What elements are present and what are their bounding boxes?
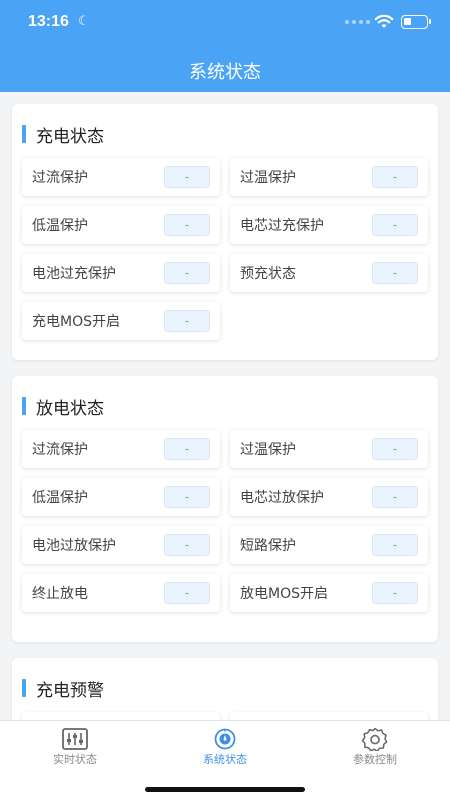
status-item: 电池过充保护 - <box>22 254 220 292</box>
section-title: 充电状态 <box>36 126 104 147</box>
status-item-placeholder <box>22 712 220 720</box>
status-time: 13:16 <box>28 13 69 30</box>
status-item-value: - <box>164 438 210 460</box>
status-item-label: 电池过放保护 <box>32 538 116 554</box>
status-item-label: 电芯过充保护 <box>240 218 324 234</box>
gauge-icon <box>214 728 236 750</box>
status-item-label: 预充状态 <box>240 266 296 282</box>
home-indicator[interactable] <box>145 787 305 792</box>
tab-parameter-control[interactable]: 参数控制 <box>300 721 450 781</box>
header-bar: 13:16 ☾ 系统状态 <box>0 0 450 92</box>
wifi-icon <box>374 14 394 28</box>
section-header: 放电状态 <box>22 396 104 419</box>
status-item-value: - <box>372 438 418 460</box>
status-item-label: 低温保护 <box>32 490 88 506</box>
gear-icon <box>361 727 388 751</box>
charge-warning-card: 充电预警 <box>12 658 438 720</box>
status-item-label: 终止放电 <box>32 586 88 602</box>
status-item: 放电MOS开启 - <box>230 574 428 612</box>
status-item-value: - <box>372 214 418 236</box>
status-item-value: - <box>164 486 210 508</box>
moon-icon: ☾ <box>78 14 90 29</box>
status-item-label: 充电MOS开启 <box>32 314 120 330</box>
status-item-value: - <box>164 582 210 604</box>
status-item: 过流保护 - <box>22 158 220 196</box>
section-accent-bar <box>22 679 26 697</box>
tab-label: 系统状态 <box>203 753 247 766</box>
status-item-value: - <box>164 534 210 556</box>
cellular-signal-icon <box>345 20 370 24</box>
status-item: 过温保护 - <box>230 158 428 196</box>
status-item-label: 电池过充保护 <box>32 266 116 282</box>
section-accent-bar <box>22 397 26 415</box>
tab-label: 实时状态 <box>53 753 97 766</box>
status-item-label: 放电MOS开启 <box>240 586 328 602</box>
status-item-label: 过流保护 <box>32 442 88 458</box>
status-item: 过流保护 - <box>22 430 220 468</box>
tab-system-status[interactable]: 系统状态 <box>150 721 300 781</box>
status-item-label: 短路保护 <box>240 538 296 554</box>
page-title: 系统状态 <box>189 62 261 83</box>
status-item-value: - <box>372 262 418 284</box>
battery-icon <box>401 15 431 29</box>
status-item-value: - <box>164 310 210 332</box>
status-item-value: - <box>372 534 418 556</box>
status-item: 电芯过充保护 - <box>230 206 428 244</box>
section-accent-bar <box>22 125 26 143</box>
status-item-value: - <box>164 262 210 284</box>
section-title: 放电状态 <box>36 398 104 419</box>
charge-status-card: 充电状态 过流保护 - 过温保护 - 低温保护 - 电芯过充保护 - 电池过充保… <box>12 104 438 360</box>
status-item: 过温保护 - <box>230 430 428 468</box>
status-item: 电池过放保护 - <box>22 526 220 564</box>
status-item-value: - <box>372 582 418 604</box>
status-item: 短路保护 - <box>230 526 428 564</box>
status-item-value: - <box>372 486 418 508</box>
status-item: 预充状态 - <box>230 254 428 292</box>
status-item: 低温保护 - <box>22 478 220 516</box>
section-header: 充电状态 <box>22 124 104 147</box>
content-scroll[interactable]: 充电状态 过流保护 - 过温保护 - 低温保护 - 电芯过充保护 - 电池过充保… <box>0 92 450 720</box>
status-item-label: 低温保护 <box>32 218 88 234</box>
status-item-label: 电芯过放保护 <box>240 490 324 506</box>
status-item: 终止放电 - <box>22 574 220 612</box>
status-item: 低温保护 - <box>22 206 220 244</box>
status-item-label: 过温保护 <box>240 170 296 186</box>
section-header: 充电预警 <box>22 678 104 701</box>
status-item-value: - <box>372 166 418 188</box>
status-item-value: - <box>164 214 210 236</box>
status-item-label: 过温保护 <box>240 442 296 458</box>
status-item: 电芯过放保护 - <box>230 478 428 516</box>
sliders-icon <box>62 728 88 750</box>
tab-realtime-status[interactable]: 实时状态 <box>0 721 150 781</box>
section-title: 充电预警 <box>36 680 104 701</box>
discharge-status-card: 放电状态 过流保护 - 过温保护 - 低温保护 - 电芯过放保护 - 电池过放保… <box>12 376 438 642</box>
status-bar: 13:16 ☾ <box>0 0 450 44</box>
status-item-value: - <box>164 166 210 188</box>
status-item-label: 过流保护 <box>32 170 88 186</box>
status-item-placeholder <box>230 712 428 720</box>
status-item: 充电MOS开启 - <box>22 302 220 340</box>
tab-label: 参数控制 <box>353 753 397 766</box>
